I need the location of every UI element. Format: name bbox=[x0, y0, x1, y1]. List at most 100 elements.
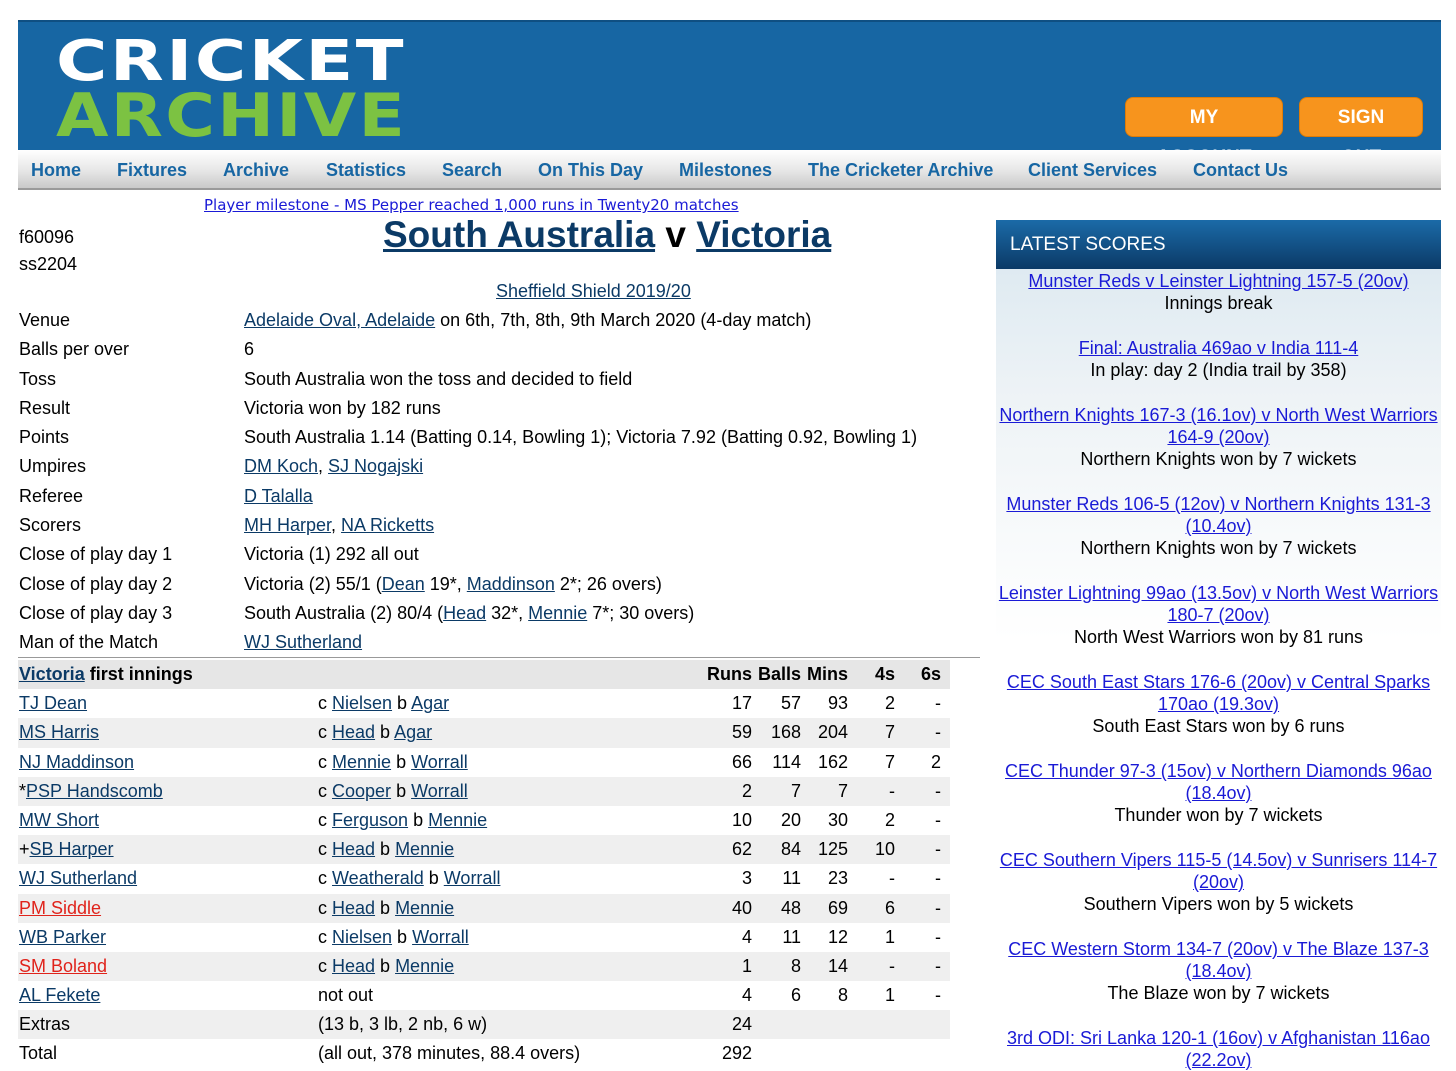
batter-balls: 8 bbox=[790, 955, 801, 976]
bowler-link[interactable]: Mennie bbox=[428, 810, 487, 830]
nav-archive[interactable]: Archive bbox=[223, 160, 289, 181]
player-link[interactable]: Mennie bbox=[528, 603, 587, 623]
batter-mins: 12 bbox=[827, 926, 848, 947]
batter-runs: 4 bbox=[741, 926, 752, 947]
fielder-link[interactable]: Head bbox=[332, 956, 375, 976]
batter-link[interactable]: NJ Maddinson bbox=[19, 752, 134, 772]
scorer-link[interactable]: NA Ricketts bbox=[341, 515, 434, 535]
fielder-link[interactable]: Ferguson bbox=[332, 810, 408, 830]
batter-link[interactable]: SB Harper bbox=[30, 839, 114, 859]
umpire-link[interactable]: SJ Nogajski bbox=[328, 456, 423, 476]
batting-row: MW Short c Ferguson b Mennie 10 20 30 2 - bbox=[18, 806, 950, 835]
captain-keeper-marker: * bbox=[19, 780, 27, 801]
batter-link[interactable]: PM Siddle bbox=[19, 898, 101, 918]
bowler-link[interactable]: Worrall bbox=[412, 927, 469, 947]
away-team-link[interactable]: Victoria bbox=[696, 214, 831, 255]
nav-milestones[interactable]: Milestones bbox=[679, 160, 772, 181]
nav-on-this-day[interactable]: On This Day bbox=[538, 160, 643, 181]
score-link[interactable]: 3rd ODI: Sri Lanka 120-1 (16ov) v Afghan… bbox=[1007, 1028, 1430, 1070]
score-status: Northern Knights won by 7 wickets bbox=[1080, 449, 1357, 469]
player-link[interactable]: Maddinson bbox=[467, 574, 555, 594]
batting-row: SM Boland c Head b Mennie 1 8 14 - - bbox=[18, 951, 950, 982]
bowler-link[interactable]: Worrall bbox=[444, 868, 501, 888]
batting-row: WB Parker c Nielsen b Worrall 4 11 12 1 - bbox=[18, 923, 950, 952]
batter-link[interactable]: MS Harris bbox=[19, 722, 99, 742]
bowler-link[interactable]: Mennie bbox=[395, 956, 454, 976]
bowler-link[interactable]: Agar bbox=[394, 722, 432, 742]
bowler-link[interactable]: Mennie bbox=[395, 898, 454, 918]
batter-sixes: - bbox=[935, 897, 941, 918]
nav-client-services[interactable]: Client Services bbox=[1028, 160, 1157, 181]
referee-link[interactable]: D Talalla bbox=[244, 486, 313, 506]
dismissal: c Head b Agar bbox=[318, 722, 433, 743]
detail-value: Victoria won by 182 runs bbox=[244, 397, 441, 418]
milestone-link[interactable]: Player milestone - MS Pepper reached 1,0… bbox=[204, 196, 739, 214]
nav-fixtures[interactable]: Fixtures bbox=[117, 160, 187, 181]
batter-link[interactable]: SM Boland bbox=[19, 956, 107, 976]
batter-link[interactable]: TJ Dean bbox=[19, 693, 87, 713]
nav-contact-us[interactable]: Contact Us bbox=[1193, 160, 1288, 181]
nav-search[interactable]: Search bbox=[442, 160, 502, 181]
player-link[interactable]: Dean bbox=[382, 574, 425, 594]
score-link[interactable]: CEC Southern Vipers 115-5 (14.5ov) v Sun… bbox=[1000, 850, 1437, 892]
batter-link[interactable]: MW Short bbox=[19, 810, 99, 830]
batter-link[interactable]: WJ Sutherland bbox=[19, 868, 137, 888]
nav-home[interactable]: Home bbox=[31, 160, 81, 181]
score-link[interactable]: Munster Reds 106-5 (12ov) v Northern Kni… bbox=[1006, 494, 1430, 536]
batter-sixes: - bbox=[935, 868, 941, 889]
umpire-link[interactable]: DM Koch bbox=[244, 456, 318, 476]
batter-link[interactable]: AL Fekete bbox=[19, 985, 100, 1005]
man-of-match-link[interactable]: WJ Sutherland bbox=[244, 632, 362, 652]
player-link[interactable]: Head bbox=[443, 603, 486, 623]
bowler-link[interactable]: Worrall bbox=[411, 781, 468, 801]
batting-row: WJ Sutherland c Weatherald b Worrall 3 11 23… bbox=[18, 864, 950, 893]
batter-mins: 30 bbox=[827, 809, 848, 830]
score-link[interactable]: CEC Western Storm 134-7 (20ov) v The Bla… bbox=[1008, 939, 1429, 981]
my-account-button[interactable]: MY ACCOUNT bbox=[1125, 97, 1283, 168]
detail-label: Scorers bbox=[19, 515, 82, 536]
score-item: CEC South East Stars 176-6 (20ov) v Cent… bbox=[996, 671, 1441, 737]
fielder-link[interactable]: Nielsen bbox=[332, 927, 392, 947]
detail-text: South Australia (2) 80/4 ( bbox=[244, 602, 444, 623]
score-item: Final: Australia 469ao v India 111-4 In p… bbox=[996, 337, 1441, 381]
score-link[interactable]: Munster Reds v Leinster Lightning 157-5 … bbox=[1028, 271, 1408, 291]
venue-link[interactable]: Adelaide Oval, Adelaide bbox=[244, 310, 435, 330]
fielder-link[interactable]: Head bbox=[332, 722, 375, 742]
batter-sixes: - bbox=[935, 722, 941, 743]
fielder-link[interactable]: Cooper bbox=[332, 781, 391, 801]
bowler-link[interactable]: Agar bbox=[411, 693, 449, 713]
nav-cricketer-archive[interactable]: The Cricketer Archive bbox=[808, 160, 993, 181]
bowler-link[interactable]: Worrall bbox=[411, 752, 468, 772]
home-team-link[interactable]: South Australia bbox=[383, 214, 655, 255]
score-link[interactable]: Northern Knights 167-3 (16.1ov) v North … bbox=[999, 405, 1437, 447]
score-link[interactable]: CEC Thunder 97-3 (15ov) v Northern Diamo… bbox=[1005, 761, 1432, 803]
fielder-link[interactable]: Head bbox=[332, 898, 375, 918]
fielder-link[interactable]: Nielsen bbox=[332, 693, 392, 713]
score-status: Northern Knights won by 7 wickets bbox=[1080, 538, 1357, 558]
detail-label: Balls per over bbox=[19, 339, 130, 360]
fielder-link[interactable]: Mennie bbox=[332, 752, 391, 772]
score-link[interactable]: Leinster Lightning 99ao (13.5ov) v North… bbox=[999, 583, 1438, 625]
dismissal-type: c bbox=[318, 722, 327, 743]
bowler-link[interactable]: Mennie bbox=[395, 839, 454, 859]
page-title: South Australia v Victoria bbox=[383, 214, 831, 256]
fielder-link[interactable]: Weatherald bbox=[332, 868, 424, 888]
dismissal-type: c bbox=[318, 809, 327, 830]
fielder-link[interactable]: Head bbox=[332, 839, 375, 859]
competition-link[interactable]: Sheffield Shield 2019/20 bbox=[496, 281, 691, 302]
nav-statistics[interactable]: Statistics bbox=[326, 160, 406, 181]
batter-fours: 1 bbox=[884, 926, 895, 947]
sign-out-button[interactable]: SIGN OUT bbox=[1299, 97, 1423, 168]
innings-team-link[interactable]: Victoria bbox=[19, 664, 85, 684]
batter-link[interactable]: PSP Handscomb bbox=[26, 781, 163, 801]
score-link[interactable]: Final: Australia 469ao v India 111-4 bbox=[1079, 338, 1359, 358]
batter-sixes: 2 bbox=[930, 751, 941, 772]
scorer-link[interactable]: MH Harper bbox=[244, 515, 331, 535]
score-link[interactable]: CEC South East Stars 176-6 (20ov) v Cent… bbox=[1007, 672, 1430, 714]
batter-link[interactable]: WB Parker bbox=[19, 927, 106, 947]
batter-runs: 10 bbox=[731, 809, 752, 830]
cricket-archive-logo[interactable]: CRICKET ARCHIVE bbox=[28, 28, 448, 147]
detail-text: 7*; 30 overs) bbox=[587, 602, 695, 623]
divider bbox=[18, 657, 980, 658]
batter-runs: 3 bbox=[741, 868, 752, 889]
